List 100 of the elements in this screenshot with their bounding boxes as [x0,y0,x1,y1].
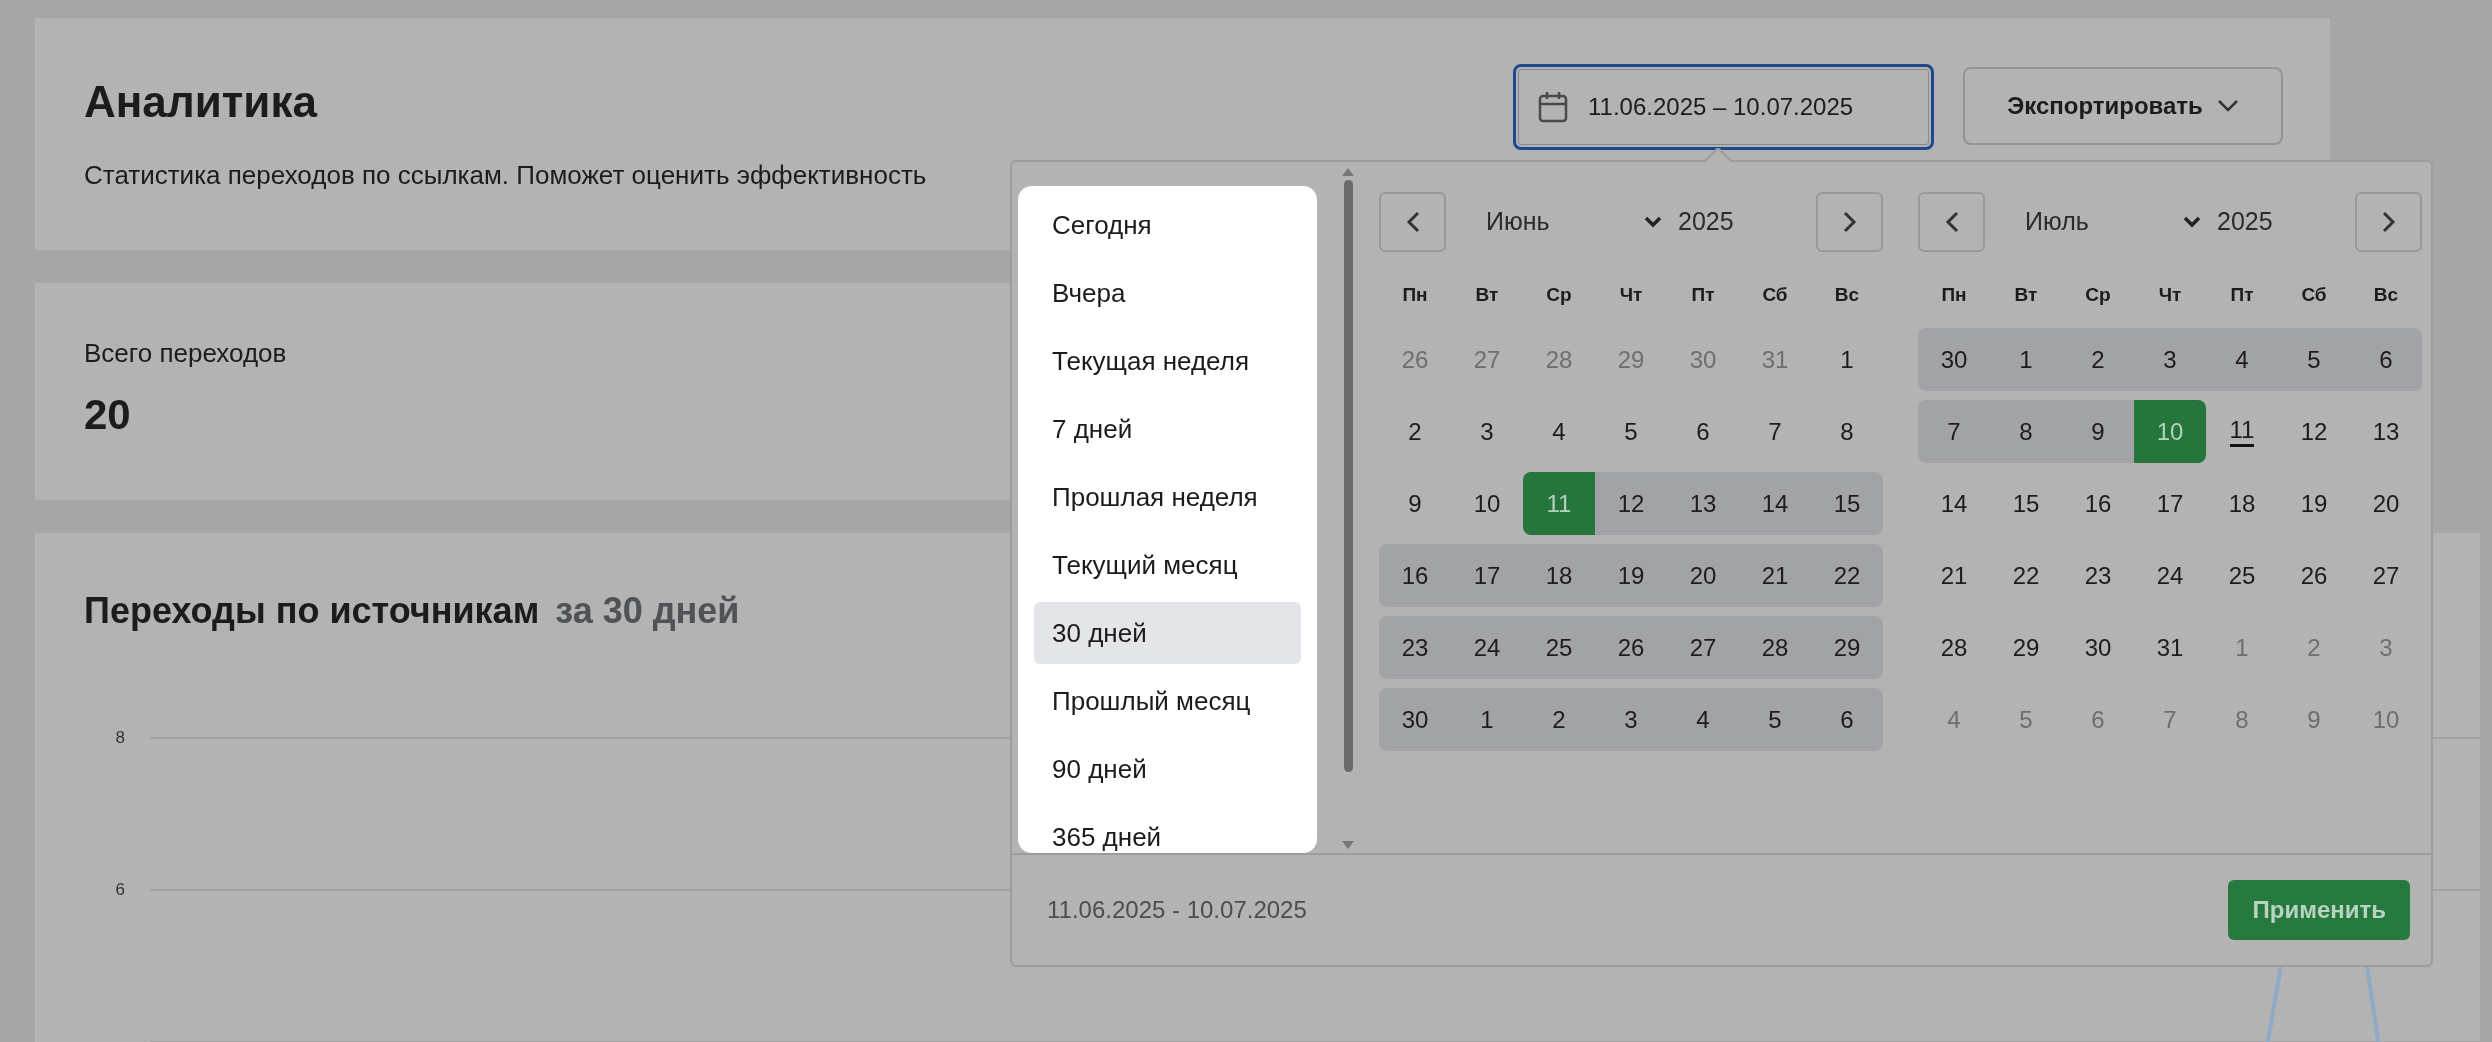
stat-value: 20 [84,394,131,436]
next-month-button[interactable] [1816,192,1883,252]
previous-month-button[interactable] [1379,192,1446,252]
calendar-day[interactable]: 7 [1739,400,1811,463]
calendar-day[interactable]: 12 [2278,400,2350,463]
calendar-day[interactable]: 2 [1379,400,1451,463]
selected-range-text: 11.06.2025 - 10.07.2025 [1047,895,1307,925]
calendar-day[interactable]: 13 [2350,400,2422,463]
scrollbar-thumb[interactable] [1343,180,1353,772]
export-button[interactable]: Экспортировать [1963,67,2283,145]
calendar-day[interactable]: 10 [2134,400,2206,463]
chevron-right-icon [1842,211,1857,233]
month-select[interactable]: Июль [2025,203,2201,241]
calendar-day[interactable]: 9 [2062,400,2134,463]
calendar-day[interactable]: 6 [1667,400,1739,463]
calendar-day[interactable]: 17 [1451,544,1523,607]
calendar-day[interactable]: 15 [1990,472,2062,535]
calendar-day[interactable]: 19 [1595,544,1667,607]
calendar-day[interactable]: 23 [1379,616,1451,679]
next-month-button[interactable] [2355,192,2422,252]
preset-item[interactable]: Прошлый месяц [1034,670,1301,732]
calendar-day[interactable]: 25 [1523,616,1595,679]
calendar-day[interactable]: 22 [1811,544,1883,607]
calendar-day[interactable]: 29 [1990,616,2062,679]
previous-month-button[interactable] [1918,192,1985,252]
calendar-day[interactable]: 11 [2206,400,2278,463]
calendar-day[interactable]: 18 [1523,544,1595,607]
year-field[interactable]: 2025 [2217,203,2273,241]
preset-item[interactable]: 30 дней [1034,602,1301,664]
calendar-day[interactable]: 4 [1667,688,1739,751]
year-field[interactable]: 2025 [1678,203,1734,241]
calendar-day[interactable]: 29 [1811,616,1883,679]
preset-item[interactable]: Сегодня [1034,194,1301,256]
calendar-day[interactable]: 15 [1811,472,1883,535]
weekday-label: Чт [2157,284,2183,304]
calendar-day[interactable]: 12 [1595,472,1667,535]
calendar-day[interactable]: 11 [1523,472,1595,535]
calendar-day[interactable]: 16 [1379,544,1451,607]
calendar-day[interactable]: 16 [2062,472,2134,535]
y-tick-label: 6 [114,881,125,898]
calendar-day[interactable]: 2 [2062,328,2134,391]
calendar-day[interactable]: 22 [1990,544,2062,607]
calendar-day[interactable]: 6 [2350,328,2422,391]
calendar-day[interactable]: 24 [1451,616,1523,679]
calendar-day[interactable]: 3 [2134,328,2206,391]
calendar-day[interactable]: 30 [2062,616,2134,679]
scroll-down-icon [1342,841,1354,849]
preset-item[interactable]: 7 дней [1034,398,1301,460]
calendar-day[interactable]: 20 [1667,544,1739,607]
preset-item[interactable]: Текущая неделя [1034,330,1301,392]
weekday-label: Вс [1833,284,1861,304]
calendar-day[interactable]: 3 [1451,400,1523,463]
calendar-day[interactable]: 3 [1595,688,1667,751]
weekday-label: Пн [1940,284,1968,304]
calendar-day[interactable]: 26 [1595,616,1667,679]
calendar-day[interactable]: 5 [2278,328,2350,391]
calendar-day[interactable]: 25 [2206,544,2278,607]
calendar-day[interactable]: 26 [2278,544,2350,607]
month-select[interactable]: Июнь [1486,203,1662,241]
calendar-day[interactable]: 10 [1451,472,1523,535]
preset-item[interactable]: 90 дней [1034,738,1301,800]
calendar-day[interactable]: 5 [1739,688,1811,751]
calendar-day[interactable]: 21 [1918,544,1990,607]
calendar-day[interactable]: 21 [1739,544,1811,607]
calendar-day[interactable]: 7 [1918,400,1990,463]
weekday-label: Пт [1690,284,1716,304]
calendar-day[interactable]: 13 [1667,472,1739,535]
calendar-day[interactable]: 20 [2350,472,2422,535]
calendar-day[interactable]: 30 [1379,688,1451,751]
calendar-day[interactable]: 31 [2134,616,2206,679]
calendar-day[interactable]: 2 [1523,688,1595,751]
calendar-day[interactable]: 24 [2134,544,2206,607]
preset-item[interactable]: 365 дней [1034,806,1301,868]
calendar-day[interactable]: 9 [1379,472,1451,535]
calendar-day[interactable]: 8 [1990,400,2062,463]
calendar-day[interactable]: 8 [1811,400,1883,463]
calendar-day[interactable]: 28 [1918,616,1990,679]
scroll-up-icon [1342,168,1354,176]
calendar-day[interactable]: 1 [1811,328,1883,391]
calendar-day[interactable]: 28 [1739,616,1811,679]
calendar-day[interactable]: 17 [2134,472,2206,535]
calendar-day[interactable]: 14 [1918,472,1990,535]
calendar-day[interactable]: 5 [1595,400,1667,463]
preset-item[interactable]: Текущий месяц [1034,534,1301,596]
calendar-day[interactable]: 18 [2206,472,2278,535]
preset-item[interactable]: Прошлая неделя [1034,466,1301,528]
preset-item[interactable]: Вчера [1034,262,1301,324]
calendar-day[interactable]: 6 [1811,688,1883,751]
weekday-label: Пт [2229,284,2255,304]
calendar-day[interactable]: 19 [2278,472,2350,535]
calendar-day[interactable]: 27 [2350,544,2422,607]
calendar-day[interactable]: 4 [1523,400,1595,463]
calendar-day[interactable]: 30 [1918,328,1990,391]
calendar-day[interactable]: 14 [1739,472,1811,535]
calendar-day[interactable]: 1 [1990,328,2062,391]
calendar-day[interactable]: 23 [2062,544,2134,607]
date-range-button[interactable]: 11.06.2025 – 10.07.2025 [1513,64,1934,150]
calendar-day[interactable]: 1 [1451,688,1523,751]
calendar-day[interactable]: 4 [2206,328,2278,391]
calendar-day[interactable]: 27 [1667,616,1739,679]
